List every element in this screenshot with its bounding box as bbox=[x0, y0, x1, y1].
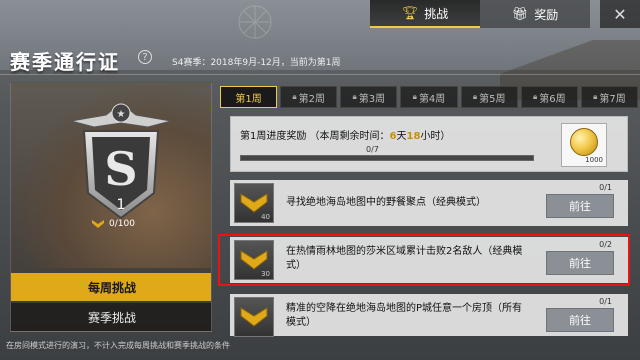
coin-icon bbox=[570, 128, 598, 156]
close-icon: ✕ bbox=[613, 4, 627, 24]
tab-rewards-label: 奖励 bbox=[534, 7, 559, 22]
tab-rewards[interactable]: 🎁︎ 奖励 bbox=[480, 0, 590, 28]
lock-icon: 🔒︎ bbox=[532, 92, 538, 101]
challenge-text: 寻找绝地海岛地图中的野餐聚点（经典模式） bbox=[286, 197, 486, 208]
go-button[interactable]: 前往 bbox=[546, 308, 614, 332]
chevron-rank-icon bbox=[92, 220, 104, 228]
days-remaining: 6 bbox=[389, 131, 397, 142]
lock-icon: 🔒︎ bbox=[292, 92, 297, 101]
tab-week-1[interactable]: 第1周 bbox=[220, 86, 278, 108]
lock-icon: 🔒︎ bbox=[352, 92, 357, 101]
week-tab-label: 第7周 bbox=[599, 93, 626, 105]
rank-letter: S bbox=[104, 142, 137, 196]
help-icon[interactable]: ? bbox=[138, 50, 152, 64]
lock-icon: 🔒︎ bbox=[472, 92, 478, 101]
windmill-decoration bbox=[238, 5, 272, 39]
reward-amount: 1000 bbox=[585, 156, 603, 164]
week-tab-label: 第3周 bbox=[358, 93, 386, 105]
tab-week-7[interactable]: 🔒︎ 第7周 bbox=[580, 86, 638, 108]
challenge-row: 精准的空降在绝地海岛地图的P城任意一个房顶（所有模式） 0/1 前往 bbox=[230, 294, 628, 337]
challenge-row: 40 寻找绝地海岛地图中的野餐聚点（经典模式） 0/1 前往 bbox=[230, 180, 628, 226]
lock-icon: 🔒︎ bbox=[593, 92, 598, 101]
close-button[interactable]: ✕ bbox=[600, 0, 640, 28]
tab-week-5[interactable]: 🔒︎ 第5周 bbox=[460, 86, 518, 108]
challenge-points: 40 bbox=[261, 213, 270, 221]
score-value: 0/100 bbox=[109, 219, 135, 229]
week-tab-label: 第4周 bbox=[418, 93, 446, 105]
title-divider bbox=[0, 74, 640, 75]
challenge-chevron-icon: 40 bbox=[234, 183, 274, 223]
week-tab-bar: 第1周 🔒︎ 第2周 🔒︎ 第3周 🔒︎ 第4周 🔒︎ 第5周 🔒︎ 第6周 🔒︎ 第7周 bbox=[220, 86, 638, 108]
tab-week-6[interactable]: 🔒︎ 第6周 bbox=[520, 86, 578, 108]
weekly-progress-card: 第1周进度奖励 （本周剩余时间：6天18小时） 0/7 1000 bbox=[230, 116, 628, 172]
lock-icon: 🔒︎ bbox=[412, 92, 417, 101]
reward-chest[interactable]: 1000 bbox=[561, 123, 607, 167]
highlight-annotation bbox=[218, 234, 630, 286]
progress-title: 第1周进度奖励 （本周剩余时间：6天18小时） bbox=[240, 131, 451, 142]
trophy-icon: 🏆︎ bbox=[401, 5, 419, 21]
week-tab-label: 第1周 bbox=[235, 93, 262, 105]
challenge-text: 精准的空降在绝地海岛地图的P城任意一个房顶（所有模式） bbox=[286, 303, 523, 328]
challenge-chevron-icon bbox=[234, 297, 274, 337]
hours-remaining: 18 bbox=[406, 131, 421, 142]
go-button[interactable]: 前往 bbox=[546, 194, 614, 218]
progress-bar bbox=[240, 155, 534, 161]
week-tab-label: 第5周 bbox=[479, 93, 506, 105]
season-pass-panel: ★ S 1 0/100 每周挑战 赛季挑战 bbox=[10, 82, 212, 332]
page-title: 赛季通行证 bbox=[10, 50, 120, 74]
week-tab-label: 第2周 bbox=[298, 93, 326, 105]
gift-icon: 🎁︎ bbox=[511, 6, 529, 22]
week-tab-label: 第6周 bbox=[539, 93, 566, 105]
tab-challenges-label: 挑战 bbox=[424, 6, 449, 21]
top-tab-bar: 🏆︎ 挑战 🎁︎ 奖励 bbox=[370, 0, 590, 28]
season-info: S4赛季：2018年9月-12月，当前为第1周 bbox=[172, 58, 341, 68]
tab-week-4[interactable]: 🔒︎ 第4周 bbox=[400, 86, 458, 108]
footer-note: 在房间模式进行的演习，不计入完成每周挑战和赛季挑战的条件 bbox=[6, 341, 230, 350]
tab-week-2[interactable]: 🔒︎ 第2周 bbox=[280, 86, 338, 108]
svg-text:★: ★ bbox=[117, 109, 126, 120]
challenge-count: 0/1 bbox=[599, 297, 612, 306]
rank-level: 1 bbox=[117, 197, 126, 213]
tab-challenges[interactable]: 🏆︎ 挑战 bbox=[370, 0, 480, 28]
season-challenge-button[interactable]: 赛季挑战 bbox=[11, 303, 211, 331]
challenge-count: 0/1 bbox=[599, 183, 612, 192]
weekly-challenge-button[interactable]: 每周挑战 bbox=[11, 273, 211, 301]
score-row: 0/100 bbox=[91, 219, 135, 229]
tab-week-3[interactable]: 🔒︎ 第3周 bbox=[340, 86, 398, 108]
progress-count: 0/7 bbox=[366, 145, 379, 154]
